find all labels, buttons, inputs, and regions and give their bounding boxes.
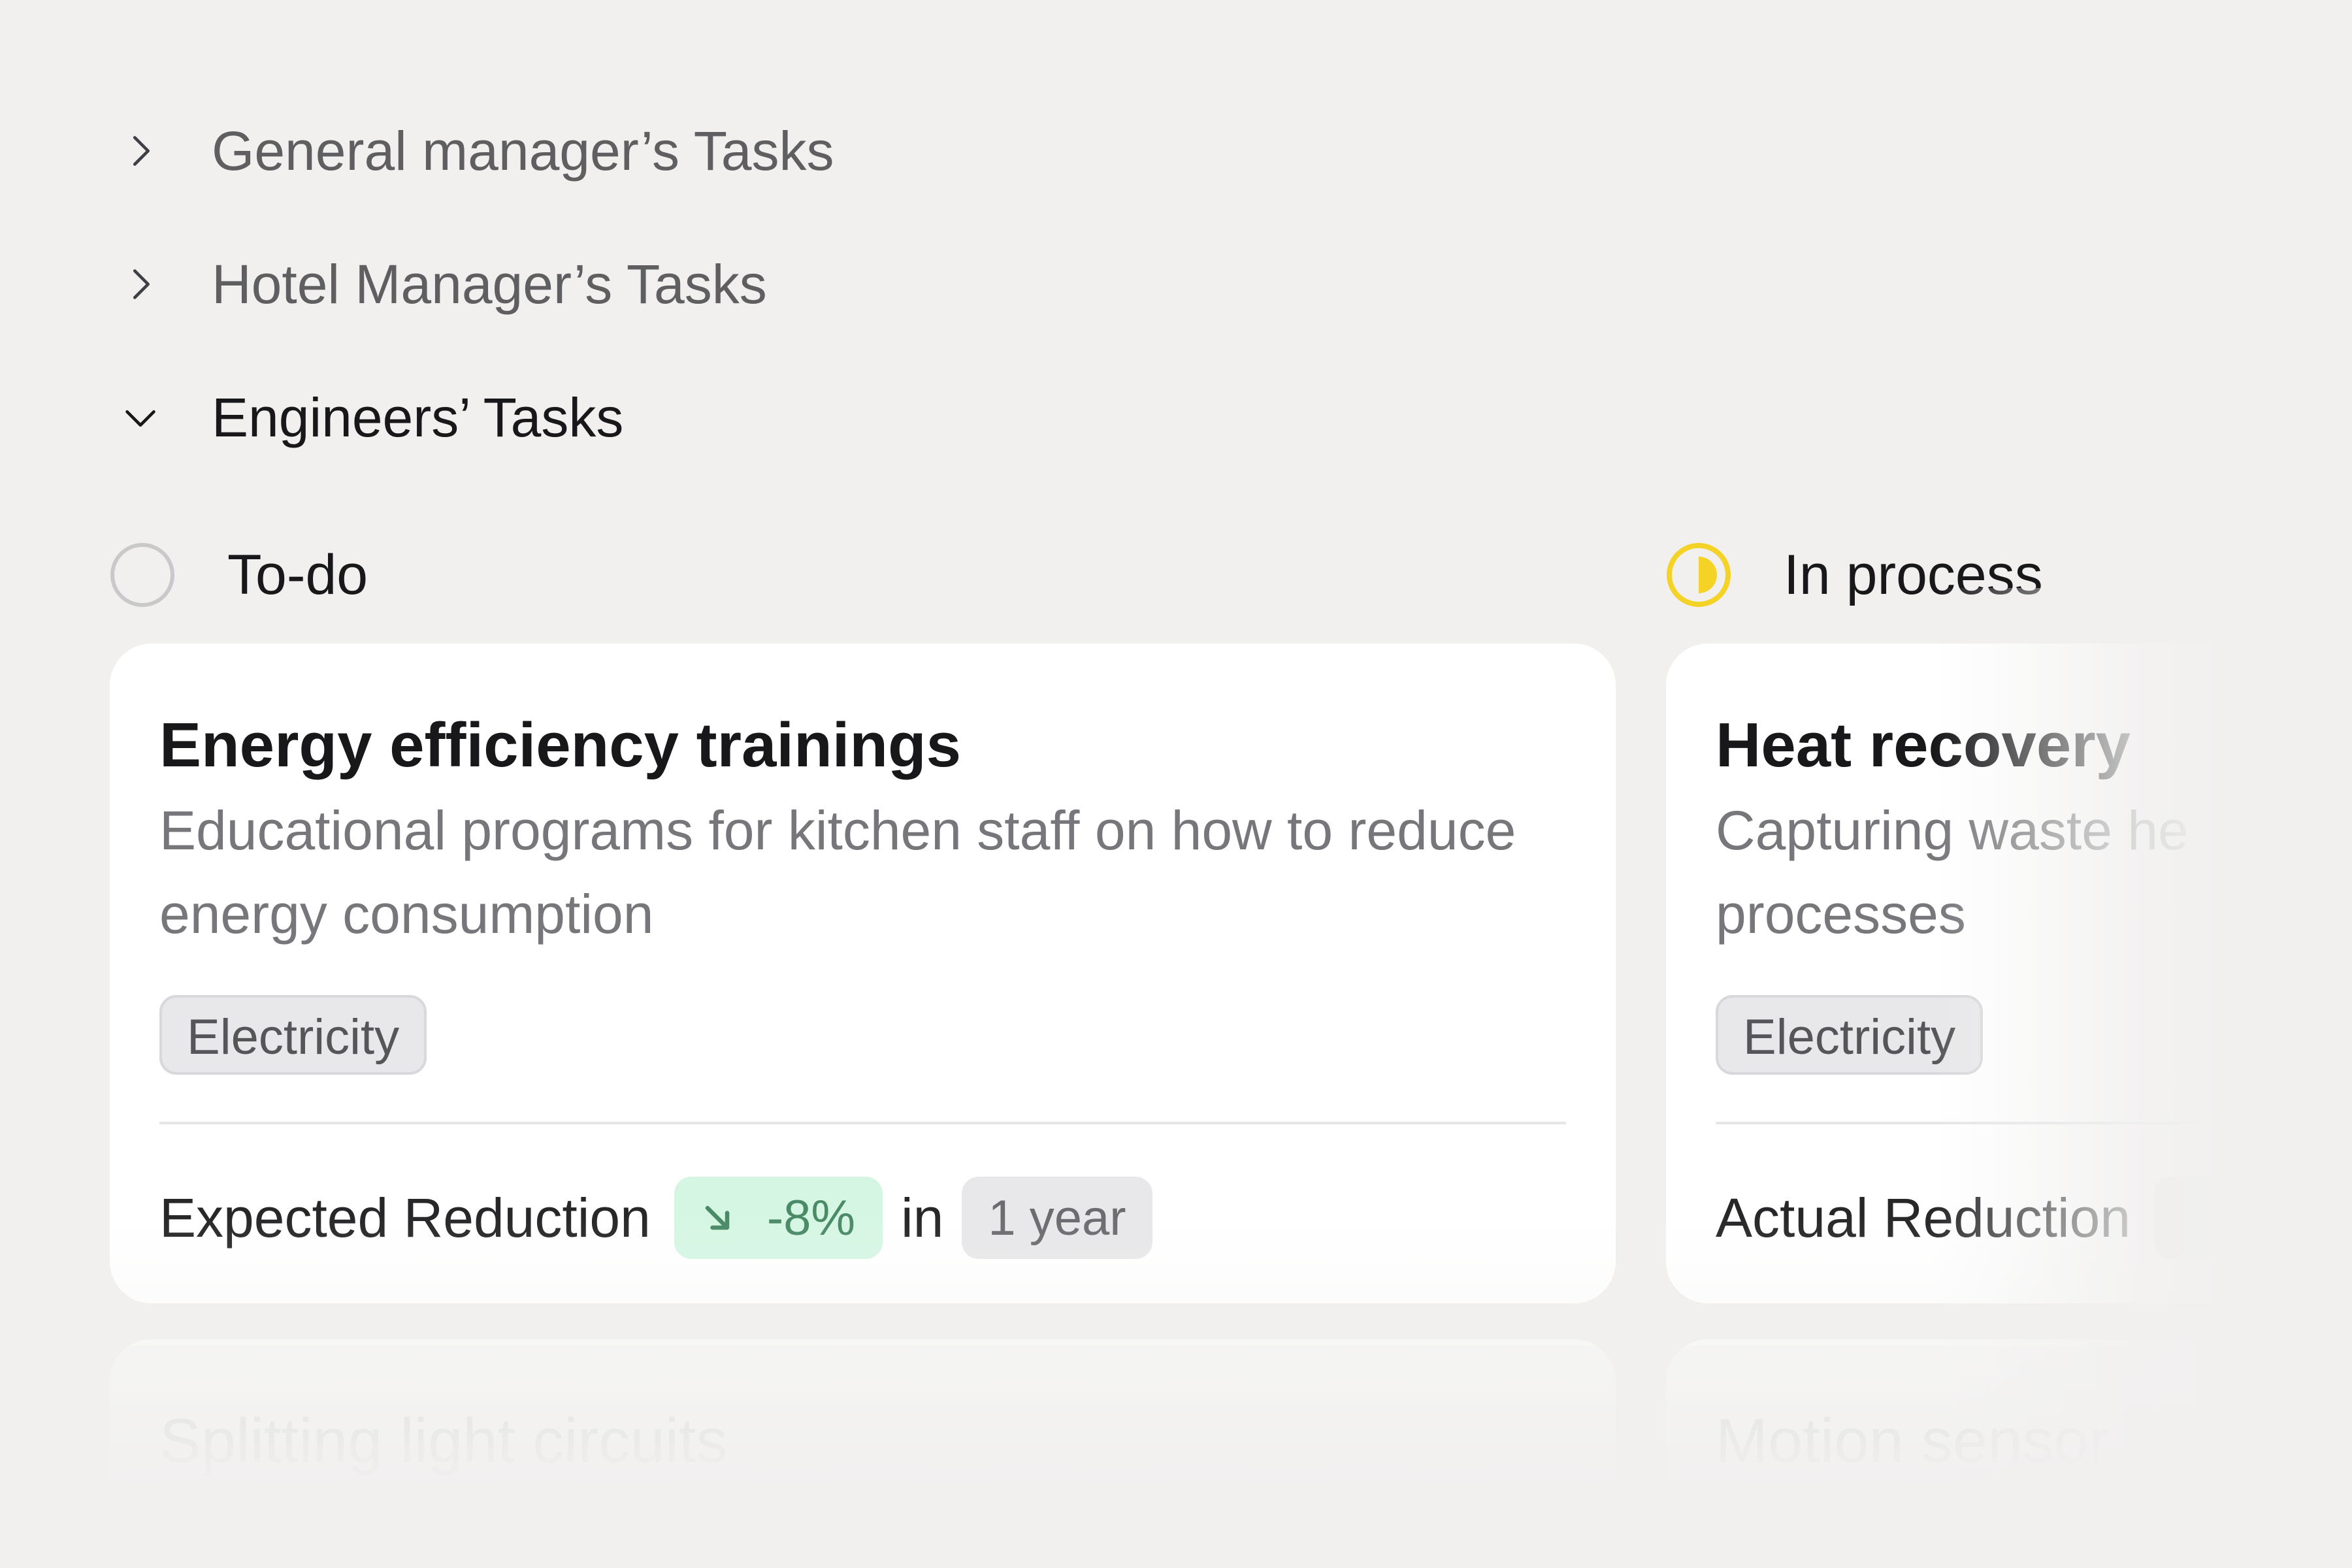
category-tag: Electricity — [1716, 995, 1984, 1075]
section-general-manager-tasks[interactable]: General manager’s Tasks — [111, 115, 834, 187]
card-title: Energy efficiency trainings — [159, 710, 962, 780]
period-badge: 1 year — [962, 1177, 1152, 1259]
reduction-row: Expected Reduction -8% in 1 year — [159, 1175, 1566, 1260]
column-title: In process — [1784, 543, 2043, 606]
column-title: To-do — [227, 543, 368, 606]
section-engineers-tasks[interactable]: Engineers’ Tasks — [111, 382, 623, 453]
task-card-heat-recovery[interactable]: Heat recovery Capturing waste he process… — [1666, 644, 2352, 1303]
reduction-row: Actual Reduction — [1716, 1175, 2352, 1260]
reduction-label: Actual Reduction — [1716, 1186, 2131, 1249]
section-title: General manager’s Tasks — [212, 120, 834, 182]
arrow-down-right-icon — [705, 1205, 730, 1230]
column-header-todo[interactable]: To-do — [108, 539, 368, 611]
card-description: Educational programs for kitchen staff o… — [159, 800, 1516, 945]
category-tag: Electricity — [159, 995, 427, 1075]
section-title: Hotel Manager’s Tasks — [212, 253, 767, 315]
card-title: Splitting light circuits — [159, 1406, 728, 1476]
task-card-motion-sensor[interactable]: Motion sensor — [1666, 1339, 2352, 1568]
card-title: Motion sensor — [1716, 1406, 2110, 1476]
chevron-right-icon — [111, 122, 170, 180]
reduction-label: Expected Reduction — [159, 1186, 651, 1249]
chevron-down-icon — [111, 388, 170, 447]
tasks-board: General manager’s Tasks Hotel Manager’s … — [0, 0, 2352, 1568]
section-hotel-manager-tasks[interactable]: Hotel Manager’s Tasks — [111, 248, 767, 320]
divider — [1716, 1122, 2352, 1124]
card-title: Heat recovery — [1716, 710, 2131, 780]
half-circle-icon — [1665, 541, 1733, 609]
task-card-splitting-light-circuits[interactable]: Splitting light circuits — [110, 1339, 1616, 1568]
reduction-badge: -8% — [674, 1177, 883, 1259]
chevron-right-icon — [111, 255, 170, 314]
column-header-in-process[interactable]: In process — [1665, 539, 2043, 611]
reduction-value: -8% — [766, 1190, 855, 1246]
in-label: in — [900, 1186, 944, 1249]
card-description: Capturing waste he processes — [1716, 789, 2352, 956]
divider — [159, 1122, 1566, 1124]
section-title: Engineers’ Tasks — [212, 386, 624, 448]
empty-circle-icon — [108, 541, 176, 609]
reduction-badge — [2154, 1177, 2233, 1259]
card-description-text: Capturing waste he processes — [1716, 800, 2189, 945]
task-card-energy-efficiency-trainings[interactable]: Energy efficiency trainings Educational … — [110, 644, 1616, 1303]
